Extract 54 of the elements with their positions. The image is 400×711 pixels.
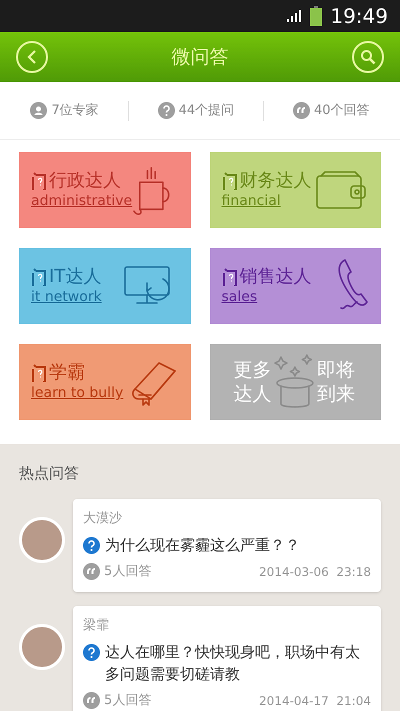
back-button[interactable] bbox=[16, 41, 48, 73]
question-text: 达人在哪里？快快现身吧，职场中有太多问题需要切磋请教 bbox=[105, 642, 361, 685]
battery-icon bbox=[310, 6, 322, 26]
header-title: 微问答 bbox=[172, 44, 228, 70]
tile-title: 学霸 bbox=[49, 362, 85, 384]
search-button[interactable] bbox=[352, 41, 384, 73]
user-name: 大漠沙 bbox=[83, 510, 123, 528]
category-tile[interactable]: 学霸 learn to bully bbox=[19, 344, 190, 420]
stat-label: 7位专家 bbox=[51, 102, 99, 120]
door-question-icon bbox=[31, 364, 47, 382]
chevron-left-icon bbox=[27, 50, 37, 64]
quote-icon bbox=[83, 563, 100, 580]
search-icon bbox=[360, 49, 376, 65]
question-date: 2014-03-06 23:18 bbox=[259, 564, 371, 581]
quote-icon bbox=[83, 692, 100, 710]
tile-subtitle: administrative bbox=[31, 192, 132, 210]
tile-subtitle: financial bbox=[222, 192, 282, 210]
stat-label: 44个提问 bbox=[178, 102, 234, 120]
tile-title: IT达人 bbox=[49, 266, 102, 288]
question-card[interactable]: 大漠沙 为什么现在雾霾这么严重？？ 5人回答 2014-03-06 23:18 bbox=[73, 498, 381, 592]
category-tile[interactable]: IT达人 it network bbox=[19, 248, 190, 324]
person-icon bbox=[30, 102, 48, 119]
tile-title: 行政达人 bbox=[49, 170, 121, 192]
category-tile[interactable]: 销售达人 sales bbox=[210, 248, 381, 324]
wallet-icon bbox=[315, 170, 369, 210]
signal-icon bbox=[286, 9, 302, 23]
tile-label: 即将到来 bbox=[317, 358, 356, 406]
section-title: 热点问答 bbox=[19, 463, 80, 484]
status-time: 19:49 bbox=[330, 3, 388, 30]
stat-label: 40个回答 bbox=[314, 102, 370, 120]
question-icon bbox=[83, 537, 100, 554]
tile-label: 更多达人 bbox=[234, 358, 272, 406]
question-card[interactable]: 梁霏 达人在哪里？快快现身吧，职场中有太多问题需要切磋请教 5人回答 2014-04-17 21:04 bbox=[73, 606, 381, 711]
question-text: 为什么现在雾霾这么严重？？ bbox=[105, 535, 300, 556]
door-question-icon bbox=[222, 268, 238, 286]
category-tile[interactable]: 行政达人 administrative bbox=[19, 152, 190, 228]
question-date: 2014-04-17 21:04 bbox=[259, 692, 371, 710]
tile-title: 财务达人 bbox=[240, 170, 312, 192]
door-question-icon bbox=[222, 172, 238, 190]
tile-subtitle: sales bbox=[222, 288, 258, 306]
question-icon bbox=[83, 644, 100, 661]
answer-count: 5人回答 bbox=[104, 563, 152, 581]
answer-count: 5人回答 bbox=[104, 692, 152, 710]
tile-title: 销售达人 bbox=[240, 266, 312, 288]
door-question-icon bbox=[31, 268, 47, 286]
user-name: 梁霏 bbox=[83, 616, 110, 634]
tile-subtitle: learn to bully bbox=[31, 384, 124, 402]
tile-subtitle: it network bbox=[31, 288, 102, 306]
quote-icon bbox=[292, 102, 310, 119]
avatar bbox=[19, 624, 65, 670]
question-icon bbox=[158, 102, 175, 119]
door-question-icon bbox=[31, 172, 47, 190]
avatar bbox=[19, 516, 65, 562]
category-tile[interactable]: 财务达人 financial bbox=[210, 152, 381, 228]
